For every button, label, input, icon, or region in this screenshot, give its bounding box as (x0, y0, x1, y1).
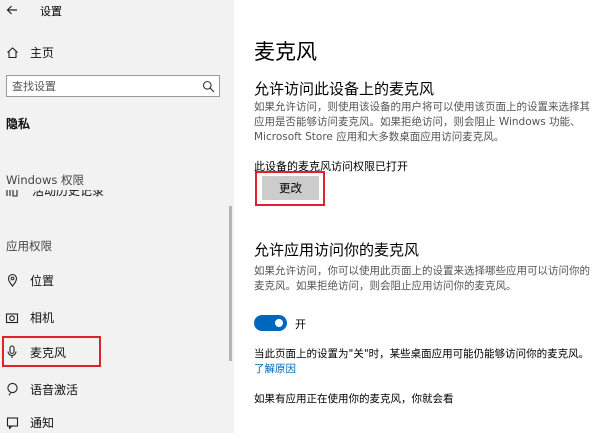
camera-icon (5, 310, 19, 324)
section-description-device-access: 如果允许访问，则使用该设备的用户将可以使用该页面上的设置来选择其应用是否能够访问… (254, 101, 590, 143)
highlight-box-microphone (2, 336, 101, 367)
search-input[interactable] (7, 76, 197, 96)
location-icon (5, 273, 19, 287)
voice-activation-icon (5, 382, 19, 396)
section-title-privacy: 隐私 (6, 117, 31, 131)
sidebar-item-label: 主页 (30, 45, 55, 60)
sidebar-item-location[interactable]: 位置 (0, 267, 234, 293)
group-label-app-permissions: 应用权限 (6, 239, 52, 253)
activity-history-icon (6, 190, 18, 197)
back-arrow-icon (6, 5, 17, 15)
window-title: 设置 (40, 5, 62, 18)
sidebar-item-camera[interactable]: 相机 (0, 304, 234, 330)
back-button[interactable] (6, 3, 18, 17)
search-field[interactable] (6, 75, 220, 97)
sidebar-item-notifications[interactable]: 通知 (0, 409, 234, 433)
sidebar-scrollbar[interactable] (229, 206, 232, 361)
sidebar-item-voice-activation[interactable]: 语音激活 (0, 376, 234, 402)
search-icon[interactable] (202, 80, 215, 93)
section-description-app-access: 如果允许访问，你可以使用此页面上的设置来选择哪些应用可以访问你的麦克风。如果拒绝… (254, 265, 590, 292)
section-heading-device-access: 允许访问此设备上的麦克风 (254, 80, 435, 98)
sidebar-item-activity-history[interactable]: 活动历史记录 (0, 190, 234, 202)
desktop-apps-note: 当此页面上的设置为"关"时，某些桌面应用可能仍能够访问你的麦克风。 (254, 348, 590, 360)
section-heading-app-access: 允许应用访问你的麦克风 (254, 241, 420, 259)
in-use-info-text: 如果有应用正在使用你的麦克风，你就会看 (254, 393, 454, 405)
notification-icon (5, 415, 19, 429)
toggle-knob (275, 319, 283, 327)
toggle-state-label: 开 (295, 318, 306, 331)
sidebar-item-label: 位置 (30, 273, 55, 288)
sidebar: 设置 主页 隐私 Windows 权限 活动历史记录 应用权限 (0, 0, 234, 433)
app-access-toggle[interactable] (254, 315, 287, 331)
main-content: 麦克风 允许访问此设备上的麦克风 如果允许访问，则使用该设备的用户将可以使用该页… (234, 0, 600, 433)
sidebar-item-label: 相机 (30, 310, 55, 325)
change-button[interactable]: 更改 (262, 176, 319, 200)
sidebar-item-label: 通知 (30, 415, 55, 430)
sidebar-item-home[interactable]: 主页 (0, 39, 234, 65)
sidebar-item-label: 语音激活 (30, 382, 79, 397)
page-title: 麦克风 (254, 40, 317, 64)
sidebar-item-label: 活动历史记录 (32, 190, 105, 198)
learn-why-link[interactable]: 了解原因 (254, 361, 296, 376)
group-label-windows-permissions: Windows 权限 (6, 173, 84, 187)
home-icon (5, 45, 19, 59)
